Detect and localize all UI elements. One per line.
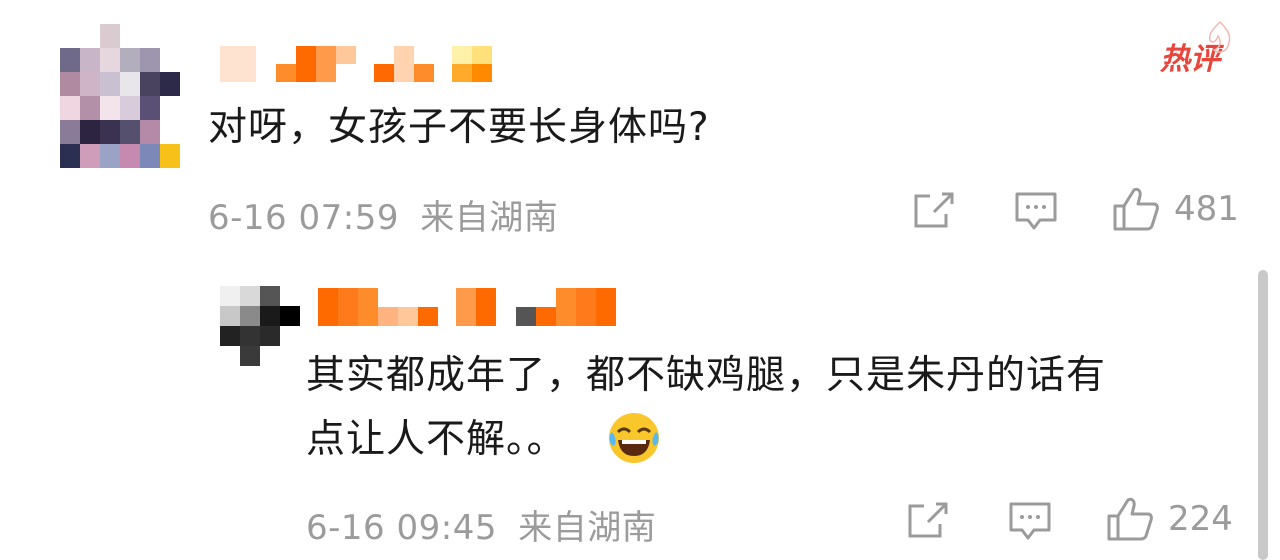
comment-location: 来自湖南: [420, 198, 559, 238]
reply-text-line: 其实都成年了，都不缺鸡腿，只是朱丹的话有: [306, 353, 1107, 398]
share-button[interactable]: [912, 190, 956, 230]
laughing-crying-emoji-icon: [609, 413, 659, 463]
share-icon: [908, 502, 948, 538]
share-button[interactable]: [906, 500, 950, 540]
scrollbar[interactable]: [1258, 270, 1268, 560]
reply-text: 其实都成年了，都不缺鸡腿，只是朱丹的话有 点让人不解。。: [306, 344, 1106, 472]
thumbs-up-icon: [1113, 187, 1159, 231]
comment-date: 6-16 07:59: [208, 198, 399, 238]
reply-location: 来自湖南: [518, 508, 657, 548]
avatar[interactable]: [60, 24, 180, 168]
like-button[interactable]: 481: [1112, 186, 1239, 232]
reply-meta: 6-16 09:45 来自湖南: [306, 500, 656, 549]
reply-button[interactable]: [1008, 500, 1052, 542]
username[interactable]: [220, 46, 492, 82]
avatar[interactable]: [220, 286, 300, 366]
like-button[interactable]: 224: [1106, 496, 1233, 542]
thumbs-up-icon: [1107, 497, 1153, 541]
like-count: 224: [1168, 499, 1233, 539]
comment-meta: 6-16 07:59 来自湖南: [208, 190, 558, 239]
comment-thread: 热评 对呀，女孩子不要长身体吗? 6-16 07:59 来自湖南 481 其实都…: [0, 0, 1280, 560]
reply-text-line-2: 点让人不解。。: [306, 417, 567, 462]
flame-icon: [1208, 20, 1231, 53]
reply-text-line: 点让人不解。。: [306, 408, 1106, 472]
comment-text: 对呀，女孩子不要长身体吗?: [208, 105, 710, 150]
reply-date: 6-16 09:45: [306, 508, 497, 548]
reply-button[interactable]: [1014, 190, 1058, 232]
comment-icon: [1009, 502, 1051, 540]
comment-icon: [1015, 192, 1057, 230]
username[interactable]: [318, 288, 616, 326]
share-icon: [914, 192, 954, 228]
like-count: 481: [1174, 189, 1239, 229]
